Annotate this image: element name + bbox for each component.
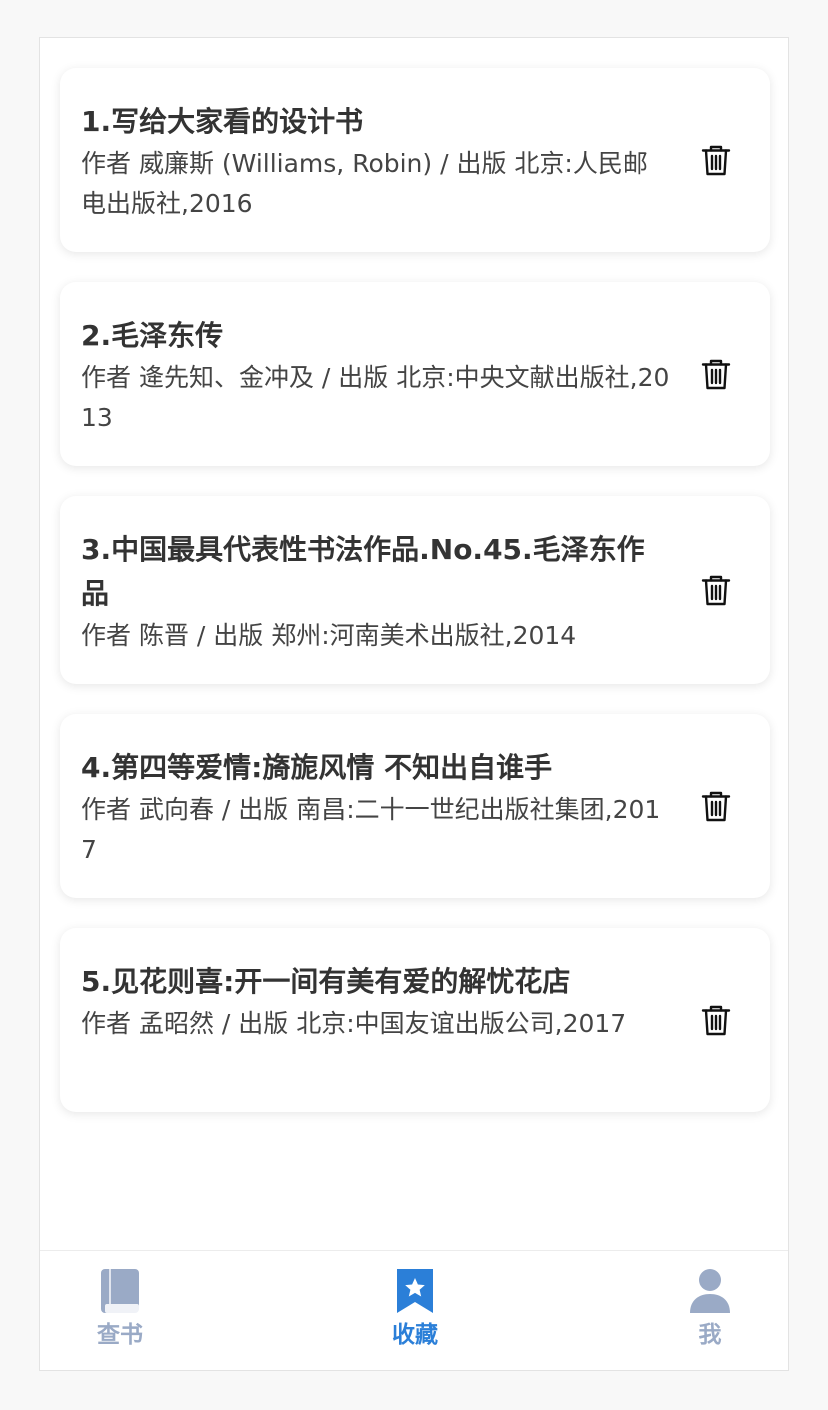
book-card[interactable]: 1.写给大家看的设计书 作者 威廉斯 (Williams, Robin) / 出…: [60, 68, 770, 252]
delete-button[interactable]: [698, 1002, 734, 1038]
book-info: 5.见花则喜:开一间有美有爱的解忧花店 作者 孟昭然 / 出版 北京:中国友谊出…: [81, 960, 671, 1044]
app-screen: 1.写给大家看的设计书 作者 威廉斯 (Williams, Robin) / 出…: [39, 37, 789, 1371]
delete-button[interactable]: [698, 788, 734, 824]
trash-icon: [698, 788, 734, 824]
book-card[interactable]: 3.中国最具代表性书法作品.No.45.毛泽东作品 作者 陈晋 / 出版 郑州:…: [60, 496, 770, 684]
tab-label: 收藏: [392, 1322, 438, 1348]
book-info: 3.中国最具代表性书法作品.No.45.毛泽东作品 作者 陈晋 / 出版 郑州:…: [81, 528, 671, 656]
delete-button[interactable]: [698, 356, 734, 392]
book-title: 5.见花则喜:开一间有美有爱的解忧花店: [81, 965, 571, 998]
book-card[interactable]: 5.见花则喜:开一间有美有爱的解忧花店 作者 孟昭然 / 出版 北京:中国友谊出…: [60, 928, 770, 1112]
book-title: 3.中国最具代表性书法作品.No.45.毛泽东作品: [81, 533, 645, 610]
book-meta: 作者 武向春 / 出版 南昌:二十一世纪出版社集团,2017: [81, 795, 661, 864]
tab-search-books[interactable]: 查书: [60, 1267, 180, 1357]
trash-icon: [698, 142, 734, 178]
book-title: 1.写给大家看的设计书: [81, 105, 364, 138]
book-meta: 作者 孟昭然 / 出版 北京:中国友谊出版公司,2017: [81, 1009, 627, 1038]
tab-favorites[interactable]: 收藏: [355, 1267, 475, 1357]
bookmark-star-icon: [393, 1267, 437, 1315]
book-icon: [98, 1267, 142, 1315]
book-card[interactable]: 4.第四等爱情:旖旎风情 不知出自谁手 作者 武向春 / 出版 南昌:二十一世纪…: [60, 714, 770, 898]
book-title: 4.第四等爱情:旖旎风情 不知出自谁手: [81, 751, 553, 784]
book-meta: 作者 逄先知、金冲及 / 出版 北京:中央文献出版社,2013: [81, 363, 670, 432]
book-info: 4.第四等爱情:旖旎风情 不知出自谁手 作者 武向春 / 出版 南昌:二十一世纪…: [81, 746, 671, 870]
delete-button[interactable]: [698, 572, 734, 608]
book-meta: 作者 威廉斯 (Williams, Robin) / 出版 北京:人民邮电出版社…: [81, 149, 648, 218]
book-info: 1.写给大家看的设计书 作者 威廉斯 (Williams, Robin) / 出…: [81, 100, 671, 224]
tab-label: 查书: [97, 1322, 143, 1348]
book-title: 2.毛泽东传: [81, 319, 224, 352]
user-icon: [688, 1267, 732, 1315]
trash-icon: [698, 1002, 734, 1038]
book-meta: 作者 陈晋 / 出版 郑州:河南美术出版社,2014: [81, 621, 577, 650]
trash-icon: [698, 572, 734, 608]
book-info: 2.毛泽东传 作者 逄先知、金冲及 / 出版 北京:中央文献出版社,2013: [81, 314, 671, 438]
trash-icon: [698, 356, 734, 392]
book-card[interactable]: 2.毛泽东传 作者 逄先知、金冲及 / 出版 北京:中央文献出版社,2013: [60, 282, 770, 466]
bottom-tab-bar: 查书 收藏 我: [40, 1250, 788, 1370]
delete-button[interactable]: [698, 142, 734, 178]
tab-me[interactable]: 我: [650, 1267, 770, 1357]
tab-label: 我: [698, 1322, 722, 1348]
